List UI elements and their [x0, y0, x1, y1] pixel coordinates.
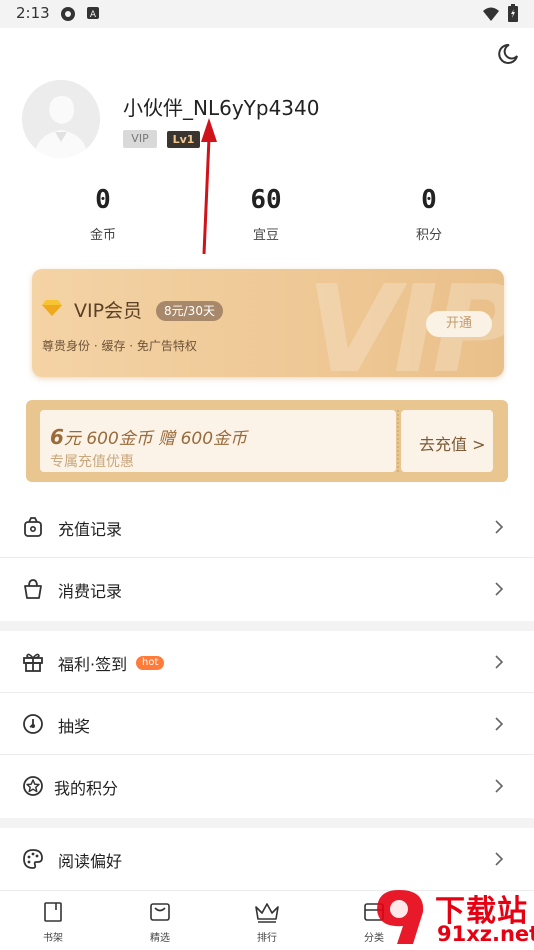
- tab-label: 排行: [257, 933, 277, 944]
- coupon-action[interactable]: 去充值 >: [401, 410, 493, 472]
- wifi-icon: [483, 7, 499, 21]
- hot-badge: hot: [136, 656, 165, 670]
- stat-label: 金币: [89, 228, 116, 243]
- stat-value: 60: [250, 185, 282, 215]
- coupon-offer-text: 6元 600金币 赠 600金币: [50, 424, 247, 449]
- wallet-icon: [24, 517, 42, 537]
- stat-coins[interactable]: 0 金币: [43, 180, 163, 243]
- chevron-right-icon: [495, 655, 504, 669]
- bookshelf-icon: [44, 902, 62, 922]
- diamond-icon: [42, 300, 62, 316]
- stat-points[interactable]: 0 积分: [369, 180, 489, 243]
- crown-icon: [255, 903, 279, 923]
- stat-label: 宜豆: [252, 228, 279, 243]
- coupon-divider: [397, 410, 399, 472]
- menu-label: 我的积分: [54, 779, 119, 798]
- featured-icon: [150, 903, 170, 921]
- lottery-icon: [23, 714, 43, 734]
- menu-label: 福利·签到: [58, 655, 128, 674]
- vip-open-button[interactable]: 开通: [426, 311, 492, 337]
- menu-label: 阅读偏好: [58, 852, 123, 871]
- default-avatar-icon[interactable]: [22, 80, 100, 158]
- tab-ranking[interactable]: 排行: [237, 901, 297, 944]
- status-time: 2:13: [16, 4, 50, 22]
- vip-price-badge: 8元/30天: [156, 301, 223, 321]
- stat-beans[interactable]: 60 宜豆: [206, 180, 326, 243]
- stat-value: 0: [95, 185, 111, 215]
- battery-icon: [508, 4, 518, 22]
- menu-label: 抽奖: [58, 717, 91, 736]
- vip-badge: VIP: [123, 130, 157, 148]
- tab-label: 精选: [150, 933, 170, 944]
- section-gap: [0, 621, 534, 631]
- settings-gear-icon: [61, 7, 75, 21]
- watermark-line2: 91xz.net: [437, 922, 534, 946]
- menu-reading-preference[interactable]: 阅读偏好: [0, 828, 534, 890]
- go-recharge-button[interactable]: 去充值 >: [419, 431, 486, 455]
- coupon-offer-detail: 元 600金币 赠 600金币: [63, 429, 248, 449]
- stat-label: 积分: [415, 228, 442, 243]
- coupon-offer: 6元 600金币 赠 600金币 专属充值优惠: [40, 410, 396, 472]
- palette-icon: [23, 849, 43, 869]
- profile-page: 小伙伴_NL6yYp4340 VIP Lv1 0 金币 60 宜豆 0 积分 V…: [0, 28, 534, 890]
- tab-bookshelf[interactable]: 书架: [23, 901, 83, 944]
- chevron-right-icon: [495, 779, 504, 793]
- watermark-logo-icon: [377, 890, 424, 944]
- tab-label: 书架: [43, 933, 63, 944]
- vip-card[interactable]: VIP VIP会员 8元/30天 尊贵身份 · 缓存 · 免广告特权 开通: [32, 269, 504, 377]
- text-a-icon: A: [87, 7, 99, 20]
- menu-welfare-signin[interactable]: 福利·签到 hot: [0, 631, 534, 693]
- recharge-coupon[interactable]: 6元 600金币 赠 600金币 专属充值优惠 去充值 >: [26, 400, 508, 482]
- menu-label: 充值记录: [58, 520, 123, 539]
- coupon-amount: 6: [50, 425, 64, 449]
- menu-label: 消费记录: [58, 582, 123, 601]
- shopping-bag-icon: [24, 579, 42, 599]
- chevron-right-icon: [495, 582, 504, 596]
- stat-value: 0: [421, 185, 437, 215]
- chevron-right-icon: [495, 852, 504, 866]
- coupon-subtitle: 专属充值优惠: [50, 454, 134, 470]
- username: 小伙伴_NL6yYp4340: [123, 96, 320, 120]
- vip-title: VIP会员: [74, 300, 143, 322]
- site-watermark: 下载站 91xz.net: [365, 884, 534, 950]
- tab-featured[interactable]: 精选: [130, 901, 190, 944]
- section-gap: [0, 818, 534, 828]
- menu-recharge-record[interactable]: 充值记录: [0, 496, 534, 558]
- gift-icon: [23, 653, 43, 672]
- status-bar: 2:13 A: [0, 0, 534, 28]
- star-badge-icon: [23, 776, 43, 796]
- svg-text:A: A: [90, 10, 97, 20]
- menu-lottery[interactable]: 抽奖: [0, 693, 534, 755]
- chevron-right-icon: [495, 717, 504, 731]
- vip-description: 尊贵身份 · 缓存 · 免广告特权: [42, 339, 197, 353]
- menu-my-points[interactable]: 我的积分: [0, 755, 534, 817]
- menu-consume-record[interactable]: 消费记录: [0, 558, 534, 620]
- chevron-right-icon: [495, 520, 504, 534]
- moon-icon[interactable]: [496, 42, 520, 66]
